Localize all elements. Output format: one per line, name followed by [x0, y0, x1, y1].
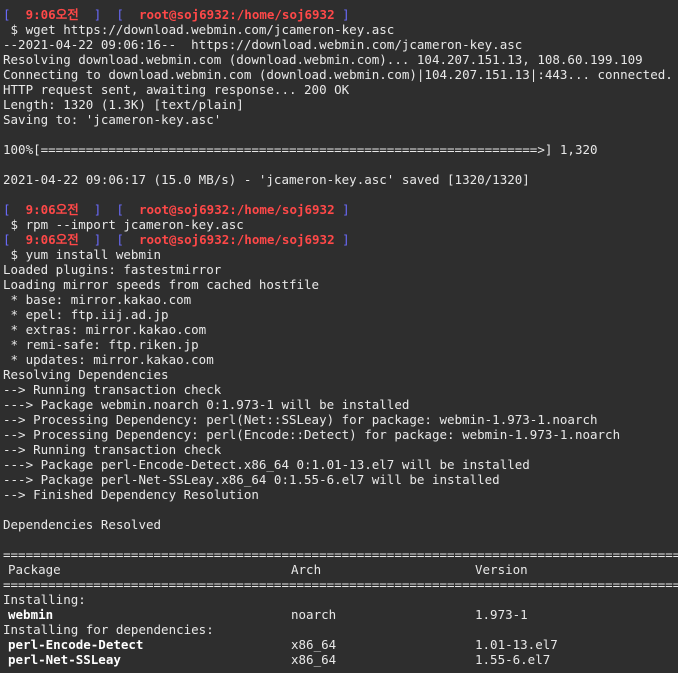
output-line: * extras: mirror.kakao.com — [3, 322, 207, 337]
output-line: --2021-04-22 09:06:16-- https://download… — [3, 37, 523, 52]
output-line: Length: 1320 (1.3K) [text/plain] — [3, 97, 244, 112]
prompt-line: [ 9:06오전 ] [ root@soj6932:/home/soj6932 … — [3, 7, 350, 22]
output-line: ---> Package perl-Encode-Detect.x86_64 0… — [3, 457, 530, 472]
command-line: $ wget https://download.webmin.com/jcame… — [3, 22, 395, 37]
table-rule: ========================================… — [3, 547, 678, 562]
output-line: * updates: mirror.kakao.com — [3, 352, 214, 367]
package-arch: noarch — [291, 607, 337, 622]
output-line: * remi-safe: ftp.riken.jp — [3, 337, 199, 352]
output-line: Resolving Dependencies — [3, 367, 169, 382]
table-rule: ========================================… — [3, 577, 678, 592]
section-label: Installing: — [3, 592, 86, 607]
package-name: webmin — [8, 607, 54, 622]
prompt-line: [ 9:06오전 ] [ root@soj6932:/home/soj6932 … — [3, 232, 350, 247]
output-line: Loading mirror speeds from cached hostfi… — [3, 277, 320, 292]
table-row: webmin noarch 1.973-1 — [3, 607, 678, 622]
command-line: $ rpm --import jcameron-key.asc — [3, 217, 244, 232]
prompt-line: [ 9:06오전 ] [ root@soj6932:/home/soj6932 … — [3, 202, 350, 217]
section-label: Installing for dependencies: — [3, 622, 214, 637]
output-line: Resolving download.webmin.com (download.… — [3, 52, 643, 67]
output-line: Dependencies Resolved — [3, 517, 162, 532]
output-line: * epel: ftp.iij.ad.jp — [3, 307, 169, 322]
download-progress-bar: 100%[===================================… — [3, 142, 598, 157]
output-line: --> Running transaction check — [3, 442, 222, 457]
output-line: Connecting to download.webmin.com (downl… — [3, 67, 673, 82]
package-version: 1.55-6.el7 — [475, 652, 551, 667]
output-line: --> Processing Dependency: perl(Net::SSL… — [3, 412, 598, 427]
package-name: perl-Net-SSLeay — [8, 652, 121, 667]
table-row: perl-Encode-Detect x86_64 1.01-13.el7 — [3, 637, 678, 652]
header-arch: Arch — [291, 562, 322, 577]
table-header-row: Package Arch Version — [3, 562, 678, 577]
output-line: --> Running transaction check — [3, 382, 222, 397]
prompt-time: 9:06오전 — [25, 7, 79, 22]
output-line: --> Processing Dependency: perl(Encode::… — [3, 427, 621, 442]
output-line: Loaded plugins: fastestmirror — [3, 262, 222, 277]
output-line: ---> Package webmin.noarch 0:1.973-1 wil… — [3, 397, 410, 412]
header-version: Version — [475, 562, 528, 577]
package-version: 1.01-13.el7 — [475, 637, 558, 652]
output-line: 2021-04-22 09:06:17 (15.0 MB/s) - 'jcame… — [3, 172, 530, 187]
prompt-user: root@soj6932:/home/soj6932 — [138, 7, 335, 22]
output-line: * base: mirror.kakao.com — [3, 292, 192, 307]
command-line: $ yum install webmin — [3, 247, 162, 262]
output-line: HTTP request sent, awaiting response... … — [3, 82, 350, 97]
package-version: 1.973-1 — [475, 607, 528, 622]
output-line: --> Finished Dependency Resolution — [3, 487, 259, 502]
package-arch: x86_64 — [291, 637, 337, 652]
package-name: perl-Encode-Detect — [8, 637, 144, 652]
output-line: Saving to: 'jcameron-key.asc' — [3, 112, 222, 127]
table-row: perl-Net-SSLeay x86_64 1.55-6.el7 — [3, 652, 678, 667]
output-line: ---> Package perl-Net-SSLeay.x86_64 0:1.… — [3, 472, 500, 487]
header-package: Package — [8, 562, 61, 577]
package-arch: x86_64 — [291, 652, 337, 667]
terminal-window[interactable]: [ 9:06오전 ] [ root@soj6932:/home/soj6932 … — [0, 0, 678, 673]
